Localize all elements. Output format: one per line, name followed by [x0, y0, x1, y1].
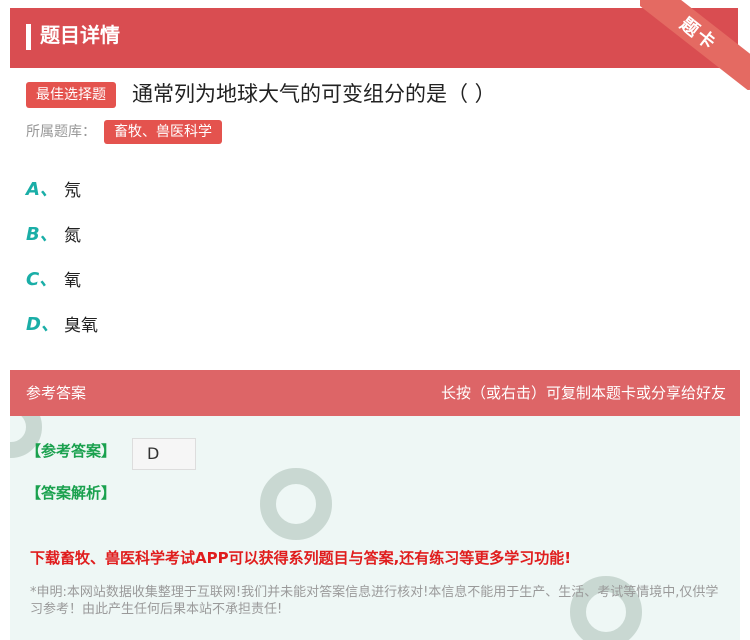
option-text: 臭氧	[64, 315, 98, 336]
option-text: 氖	[64, 180, 81, 201]
corner-badge: 题卡	[640, 0, 750, 90]
answer-value: D	[132, 438, 196, 470]
header-accent-bar	[26, 24, 31, 50]
option-c[interactable]: C、 氧	[26, 263, 81, 293]
option-a[interactable]: A、 氖	[26, 173, 81, 203]
watermark-logo	[260, 468, 332, 540]
option-letter: D、	[26, 314, 59, 335]
question-type-tag: 最佳选择题	[26, 82, 116, 108]
bank-tag[interactable]: 畜牧、兽医科学	[104, 120, 222, 144]
option-letter: C、	[26, 269, 58, 290]
answer-header: 参考答案 长按（或右击）可复制本题卡或分享给好友	[10, 370, 740, 416]
corner-badge-label: 题卡	[675, 13, 721, 55]
option-b[interactable]: B、 氮	[26, 218, 81, 248]
answer-header-title: 参考答案	[26, 384, 87, 402]
corner-ribbon: 题卡	[640, 0, 750, 90]
page-header: 题目详情	[10, 8, 738, 68]
page-title: 题目详情	[40, 23, 120, 47]
option-letter: A、	[26, 179, 58, 200]
disclaimer: *申明:本网站数据收集整理于互联网!我们并未能对答案信息进行核对!本信息不能用于…	[30, 585, 719, 617]
reference-answer-label: 【参考答案】	[26, 442, 117, 460]
analysis-label: 【答案解析】	[26, 484, 117, 502]
option-text: 氧	[64, 270, 81, 291]
app-promo-link[interactable]: 下载畜牧、兽医科学考试APP可以获得系列题目与答案,还有练习等更多学习功能!	[30, 547, 571, 568]
bank-label: 所属题库：	[26, 124, 96, 140]
option-text: 氮	[64, 225, 81, 246]
option-d[interactable]: D、 臭氧	[26, 308, 98, 338]
share-hint: 长按（或右击）可复制本题卡或分享给好友	[440, 384, 726, 402]
option-letter: B、	[26, 224, 58, 245]
question-text: 通常列为地球大气的可变组分的是（ ）	[132, 82, 496, 106]
